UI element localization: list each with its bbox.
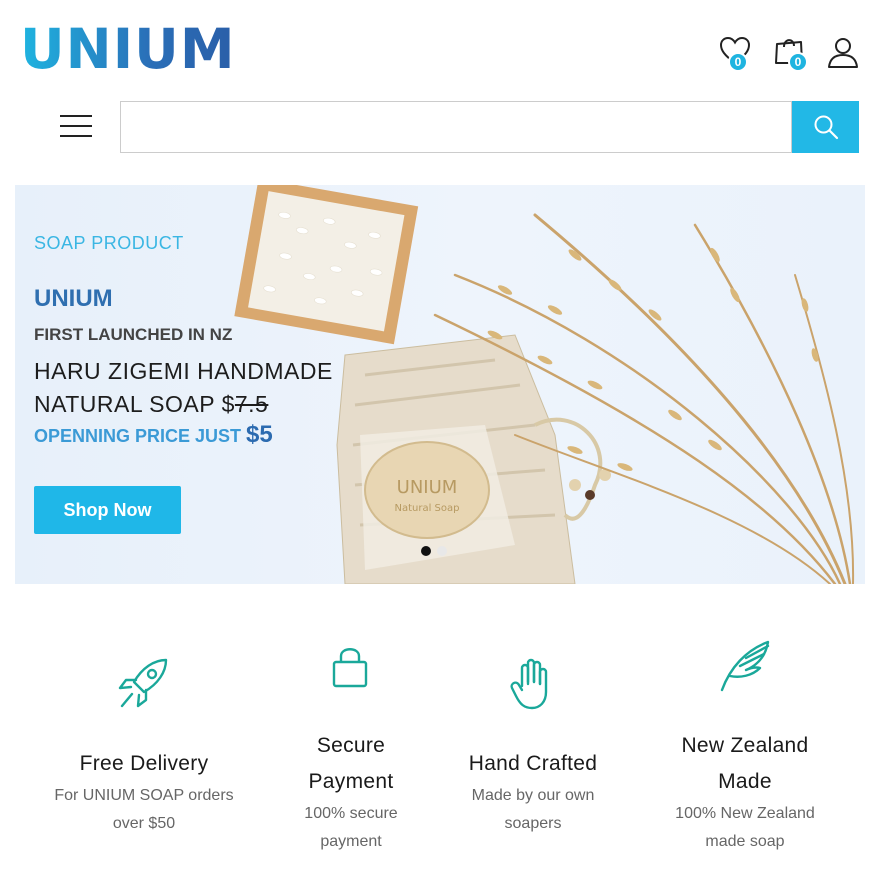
search-input[interactable] <box>120 101 792 153</box>
hero-title: HARU ZIGEMI HANDMADE NATURAL SOAP $7.5 <box>34 355 333 421</box>
cart-button[interactable]: 0 <box>772 34 808 72</box>
hero-subtitle: FIRST LAUNCHED IN NZ <box>34 325 233 344</box>
hero-price-prefix: OPENNING PRICE JUST <box>34 426 247 446</box>
soap-stamp-text: UNIUM <box>397 477 458 498</box>
search-icon <box>814 115 838 140</box>
hero-title-line1: HARU ZIGEMI HANDMADE <box>34 358 333 384</box>
feather-icon <box>720 640 770 692</box>
feature-title: Free Delivery <box>79 752 209 775</box>
feature-secure-payment: Secure Payment 100% secure payment <box>278 728 424 856</box>
menu-line <box>60 135 92 137</box>
cart-count-badge: 0 <box>788 52 808 72</box>
hero-banner: UNIUM Natural Soap SOAP PRODUCT UNIUM FI… <box>15 185 865 584</box>
hamburger-menu-button[interactable] <box>60 113 92 139</box>
wishlist-button[interactable]: 0 <box>718 34 754 72</box>
soap-bag-image: UNIUM Natural Soap <box>336 334 611 584</box>
feature-title: Secure Payment <box>308 734 394 793</box>
feature-title: New Zealand Made <box>681 734 809 793</box>
feature-desc: 100% New Zealand made soap <box>675 805 815 850</box>
feature-new-zealand-made: New Zealand Made 100% New Zealand made s… <box>652 728 838 856</box>
hero-price: $5 <box>246 421 273 448</box>
search-button[interactable] <box>792 101 859 153</box>
hero-price-line: OPENNING PRICE JUST $5 <box>34 421 273 449</box>
feature-free-delivery: Free Delivery For UNIUM SOAP orders over… <box>30 746 258 838</box>
feature-desc: For UNIUM SOAP orders over $50 <box>54 787 234 832</box>
hero-title-line2: NATURAL SOAP $7.5 <box>34 388 333 421</box>
hand-icon <box>510 658 548 710</box>
site-logo[interactable]: UNIUM <box>20 22 236 77</box>
shop-now-button[interactable]: Shop Now <box>34 486 181 534</box>
wishlist-count-badge: 0 <box>728 52 748 72</box>
hero-title-prefix: NATURAL SOAP $ <box>34 391 235 417</box>
feature-title: Hand Crafted <box>468 752 598 775</box>
account-button[interactable] <box>826 36 862 72</box>
lock-icon <box>332 648 368 688</box>
user-icon <box>828 38 858 68</box>
menu-line <box>60 115 92 117</box>
rice-box-image <box>234 185 419 345</box>
rocket-icon <box>118 658 168 708</box>
menu-line <box>60 125 92 127</box>
carousel-dot-1[interactable] <box>421 546 431 556</box>
carousel-dot-2[interactable] <box>437 546 447 556</box>
feature-desc: 100% secure payment <box>304 805 398 850</box>
hero-brand: UNIUM <box>34 285 113 312</box>
feature-desc: Made by our own soapers <box>471 787 595 832</box>
feature-hand-crafted: Hand Crafted Made by our own soapers <box>448 746 618 838</box>
hero-old-price: 7.5 <box>234 391 269 417</box>
hero-eyebrow: SOAP PRODUCT <box>34 233 184 253</box>
soap-stamp-subtext: Natural Soap <box>394 503 459 514</box>
